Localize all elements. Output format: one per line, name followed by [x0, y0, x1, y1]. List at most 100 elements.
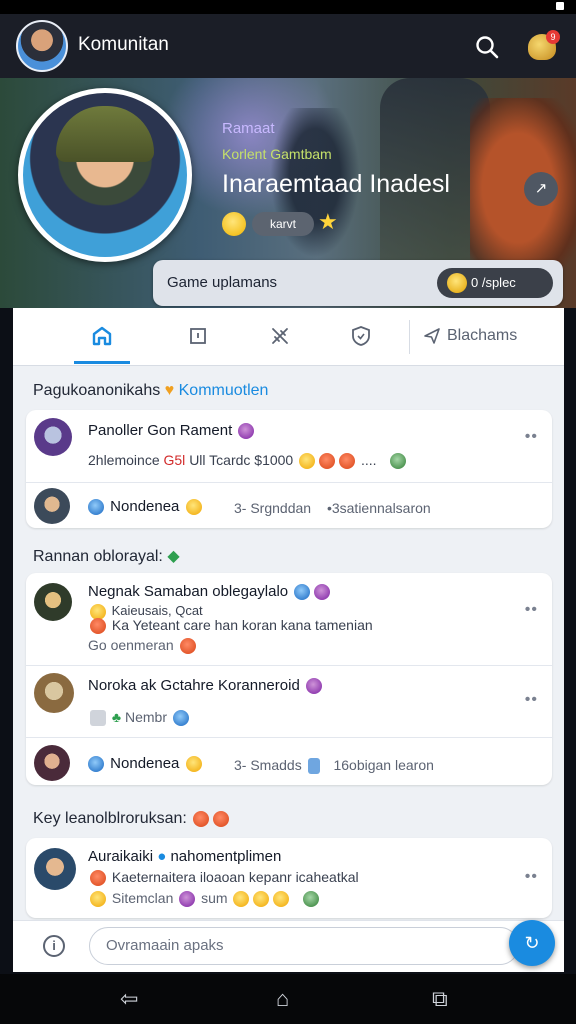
post-sub-text: 3- Srgnddan — [234, 500, 312, 516]
status-bar — [0, 0, 576, 14]
sword-icon — [272, 328, 288, 344]
post-author-name: Negnak Samaban oblegaylalo — [88, 583, 289, 600]
tab-messages[interactable]: Blachams — [423, 318, 553, 354]
avatar[interactable] — [34, 418, 72, 456]
avatar[interactable] — [34, 488, 70, 524]
points-label: 0 /splec — [471, 275, 516, 290]
list-item[interactable]: Auraikaiki ● nahomentplimen Kaeternaiter… — [26, 838, 552, 918]
post-line-text: Go oenmeran — [88, 637, 174, 653]
emoji-icon — [179, 891, 196, 908]
tab-bookmarks[interactable] — [171, 318, 225, 354]
hero-subtitle-2: Korlent Gamtbam — [222, 146, 332, 162]
profile-avatar[interactable] — [16, 20, 68, 72]
emoji-icon — [172, 710, 189, 727]
comment-input[interactable]: Ovramaain apaks — [89, 927, 519, 965]
post-author-rest: nahomentplimen — [170, 848, 282, 865]
home-icon — [92, 326, 112, 346]
post-line-text: Kaeternaitera iloaoan kepanr icaheatkal — [111, 869, 359, 885]
post-line: Kaeternaitera iloaoan kepanr icaheatkal — [88, 869, 359, 887]
list-item[interactable]: Negnak Samaban oblegaylalo Kaieusais, Qc… — [26, 573, 552, 785]
heart-icon: ♥ — [164, 382, 179, 399]
post-author: Noroka ak Gctahre Koranneroid — [88, 677, 324, 695]
hero-headline: Inaraemtaad Inadesl — [222, 170, 450, 198]
post-author: Negnak Samaban oblegaylalo — [88, 583, 332, 601]
emoji-icon — [253, 891, 270, 908]
back-button[interactable]: ⇦ — [120, 986, 138, 1012]
shield-icon — [352, 326, 370, 346]
more-options-icon[interactable]: •• — [525, 868, 538, 886]
emoji-icon — [233, 891, 250, 908]
tab-battles[interactable] — [253, 318, 307, 354]
post-line-text: Kaieusais, Qcat — [111, 603, 203, 618]
post-author: Nondenea — [86, 755, 204, 773]
comment-composer: i Ovramaain apaks — [13, 920, 564, 972]
post-sub-rest: •3satiennalsaron — [326, 500, 431, 516]
post-author-name: Panoller Gon Rament — [88, 422, 233, 439]
section-title-text: Pagukoanonikahs — [33, 382, 161, 399]
info-icon[interactable]: i — [43, 935, 65, 957]
globe-icon — [88, 756, 104, 773]
tab-messages-label: Blachams — [447, 327, 518, 344]
refresh-fab[interactable]: ↻ — [509, 920, 555, 966]
post-meta-text: 2hlemoince — [88, 452, 160, 468]
notification-button[interactable]: 9 — [528, 30, 560, 62]
section-accent-link[interactable]: Kommuotlen — [179, 382, 269, 399]
home-button[interactable]: ⌂ — [276, 986, 289, 1012]
coin-icon — [447, 273, 467, 293]
bookmark-icon — [190, 328, 206, 344]
app-title: Komunitan — [78, 34, 169, 55]
post-ellipsis: .... — [361, 452, 377, 468]
community-feed: Blachams Pagukoanonikahs ♥ Kommuotlen Pa… — [13, 308, 564, 972]
section-title-third: Key leanolblroruksan: — [33, 810, 231, 828]
post-meta-rest: Ull Tcardc $1000 — [189, 452, 294, 468]
tab-bar: Blachams — [13, 308, 564, 366]
post-meta-highlight: G5l — [163, 452, 186, 468]
post-line: Sitemclan sum — [88, 890, 321, 908]
section-title-second: Rannan oblorayal: ◆ — [33, 546, 180, 566]
gem-icon: ◆ — [167, 548, 180, 565]
badge-icon — [238, 423, 255, 440]
post-author: Panoller Gon Rament — [88, 422, 256, 440]
avatar-mini-icon — [314, 584, 331, 601]
avatar[interactable] — [34, 848, 76, 890]
tab-guilds[interactable] — [334, 318, 388, 354]
smile-icon — [185, 756, 202, 773]
tab-home[interactable] — [75, 318, 129, 354]
more-options-icon[interactable]: •• — [525, 601, 538, 619]
hero-chip[interactable]: karvt — [252, 212, 314, 236]
post-line-text: Ka Yeteant care han koran kana tamenian — [111, 617, 373, 633]
emoji-icon — [179, 638, 196, 655]
badge-icon — [305, 678, 322, 695]
divider — [26, 737, 552, 738]
smile-icon — [185, 499, 202, 516]
notification-badge: 9 — [546, 30, 560, 44]
post-author-name: Noroka ak Gctahre Koranneroid — [88, 677, 300, 694]
status-indicator — [556, 2, 564, 10]
more-options-icon[interactable]: •• — [525, 428, 538, 446]
emoji-icon — [319, 453, 336, 470]
image-icon — [90, 710, 106, 727]
person-icon: ● — [157, 848, 167, 865]
search-icon[interactable] — [474, 34, 500, 60]
avatar[interactable] — [34, 745, 70, 781]
post-line: Go oenmeran — [88, 637, 198, 655]
app-bar: Komunitan 9 — [0, 14, 576, 78]
emoji-icon — [90, 870, 106, 887]
post-meta: ♣ Nembr — [88, 709, 191, 727]
recents-button[interactable]: ⧉ — [432, 986, 448, 1012]
post-author: Nondenea — [86, 498, 204, 516]
avatar[interactable] — [34, 673, 74, 713]
emoji-icon — [390, 453, 407, 470]
section-title-text: Key leanolblroruksan: — [33, 810, 187, 827]
points-pill[interactable]: 0 /splec — [437, 268, 553, 298]
avatar[interactable] — [34, 583, 72, 621]
share-button[interactable]: ↗ — [524, 172, 558, 206]
list-item[interactable]: Panoller Gon Rament 2hlemoince G5l Ull T… — [26, 410, 552, 528]
post-sub: 3- Srgnddan •3satiennalsaron — [234, 500, 431, 516]
more-options-icon[interactable]: •• — [525, 691, 538, 709]
post-meta-text: Nembr — [124, 709, 167, 725]
emoji-icon — [90, 618, 106, 635]
post-sub-text: 3- Smadds — [234, 757, 302, 773]
active-tab-indicator — [74, 361, 130, 364]
game-updates-banner[interactable]: Game uplamans 0 /splec — [153, 260, 563, 306]
